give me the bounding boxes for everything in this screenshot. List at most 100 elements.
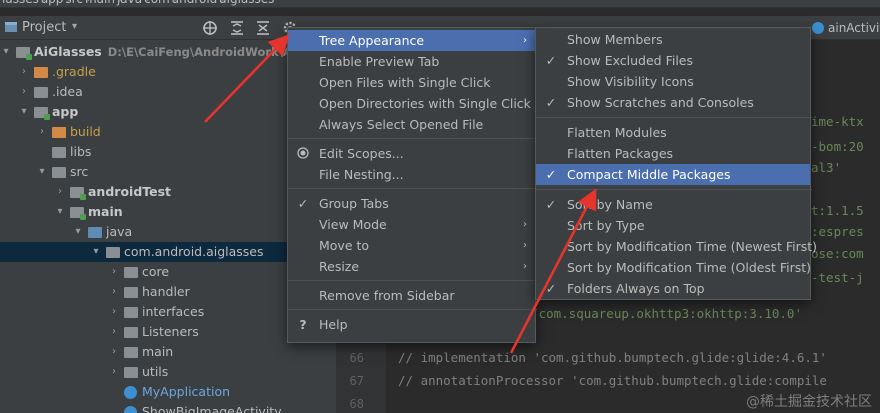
menu-item[interactable]: Move to › — [288, 235, 535, 256]
project-panel-icon — [4, 20, 20, 36]
submenu-item[interactable]: Sort by Modification Time (Newest First) — [536, 236, 817, 257]
submenu-item[interactable]: Flatten Packages — [536, 143, 810, 164]
tree-item-name: build — [70, 124, 101, 139]
tree-row[interactable]: › core — [0, 262, 336, 282]
tree-row[interactable]: ShowBigImageActivity — [0, 402, 336, 413]
tree-item-label: main — [88, 202, 123, 222]
tree-item-name: src — [70, 164, 89, 179]
menu-item[interactable]: Open Directories with Single Click — [288, 93, 535, 114]
chevron-down-icon[interactable]: ▾ — [90, 242, 102, 262]
submenu-item[interactable]: ✓ Show Scratches and Consoles — [536, 92, 810, 113]
menu-item[interactable]: File Nesting... — [288, 164, 535, 185]
menu-item[interactable]: Remove from Sidebar — [288, 285, 535, 306]
project-tree: ▾ AiGlasses D:\E\CaiFeng\AndroidWork\AiGla… — [0, 40, 336, 413]
submenu-item[interactable]: ✓ Sort by Name — [536, 194, 810, 215]
chevron-right-icon[interactable]: › — [54, 182, 66, 202]
tree-item-label: core — [142, 262, 169, 282]
chevron-right-icon[interactable]: › — [108, 282, 120, 302]
menu-separator — [288, 309, 537, 310]
chevron-right-icon[interactable]: › — [18, 82, 30, 102]
tree-item-name: app — [52, 104, 79, 119]
chevron-down-icon[interactable]: ▾ — [0, 42, 12, 62]
menu-item[interactable]: Always Select Opened File — [288, 114, 535, 135]
submenu-item-label: Sort by Modification Time (Oldest First) — [567, 260, 812, 275]
menu-item[interactable]: Resize › — [288, 256, 535, 277]
menu-item-label: Group Tabs — [319, 196, 389, 211]
breadcrumb-item[interactable]: lasses — [0, 0, 39, 6]
breadcrumb-item[interactable]: aiglasses — [217, 0, 274, 6]
tree-row[interactable]: › utils — [0, 362, 336, 382]
chevron-right-icon[interactable]: › — [18, 62, 30, 82]
tree-row[interactable]: › androidTest — [0, 182, 336, 202]
tree-item-name: ShowBigImageActivity — [142, 404, 282, 413]
tree-row[interactable]: MyApplication — [0, 382, 336, 402]
chevron-right-icon[interactable]: › — [36, 122, 48, 142]
check-icon: ✓ — [545, 95, 557, 110]
tree-row[interactable]: › Listeners — [0, 322, 336, 342]
tree-row[interactable]: ▾ java — [0, 222, 336, 242]
submenu-item[interactable]: ✓ Folders Always on Top — [536, 278, 810, 299]
chevron-right-icon[interactable]: › — [108, 322, 120, 342]
menu-item[interactable]: Tree Appearance › — [288, 30, 535, 51]
chevron-down-icon[interactable]: ▾ — [36, 162, 48, 182]
watermark: @稀土掘金技术社区 — [746, 394, 872, 410]
menu-item[interactable]: View Mode › — [288, 214, 535, 235]
tree-item-label: build — [70, 122, 101, 142]
tree-row[interactable]: › interfaces — [0, 302, 336, 322]
chevron-down-icon[interactable]: ▾ — [72, 222, 84, 242]
menu-item[interactable]: Open Files with Single Click — [288, 72, 535, 93]
menu-item[interactable]: ✓ Group Tabs — [288, 193, 535, 214]
tree-row[interactable]: ▾ src — [0, 162, 336, 182]
tree-row[interactable]: › handler — [0, 282, 336, 302]
tree-row[interactable]: ▾ app — [0, 102, 336, 122]
submenu-item-label: Flatten Modules — [567, 125, 667, 140]
chevron-right-icon: › — [523, 261, 527, 272]
submenu-item[interactable]: Sort by Type — [536, 215, 810, 236]
chevron-right-icon[interactable]: › — [108, 342, 120, 362]
chevron-right-icon[interactable]: › — [108, 262, 120, 282]
code-line: 67 // annotationProcessor 'com.github.bum… — [336, 371, 880, 391]
source-folder-icon — [88, 227, 102, 238]
chevron-down-icon[interactable]: ▾ — [54, 202, 66, 222]
submenu-item[interactable]: ✓ Compact Middle Packages — [536, 164, 810, 185]
project-panel-title[interactable]: Project — [22, 20, 66, 35]
submenu-item[interactable]: Sort by Modification Time (Oldest First) — [536, 257, 812, 278]
chevron-down-icon[interactable]: ▾ — [18, 102, 30, 122]
collapse-all-icon[interactable] — [255, 20, 271, 36]
submenu-item[interactable]: ✓ Show Excluded Files — [536, 50, 810, 71]
tree-item-name: core — [142, 264, 170, 279]
tree-row[interactable]: ▾ main — [0, 202, 336, 222]
tree-item-name: java — [106, 224, 133, 239]
submenu-item[interactable]: Show Members — [536, 29, 810, 50]
menu-item[interactable]: Edit Scopes... — [288, 143, 535, 164]
submenu-item[interactable]: Show Visibility Icons — [536, 71, 810, 92]
tree-row[interactable]: libs — [0, 142, 336, 162]
menu-item[interactable]: ? Help — [288, 314, 535, 335]
tree-row[interactable]: › build — [0, 122, 336, 142]
chevron-down-icon[interactable]: ▾ — [72, 21, 88, 37]
tree-row[interactable]: › .gradle — [0, 62, 336, 82]
editor-tab[interactable]: ainActivity — [808, 16, 880, 40]
chevron-right-icon[interactable]: › — [108, 362, 120, 382]
submenu-item[interactable]: Flatten Modules — [536, 122, 810, 143]
scope-icon — [297, 143, 309, 164]
editor-tab-label: ainActivity — [828, 21, 880, 35]
tree-item-name: .gradle — [52, 64, 96, 79]
globe-icon[interactable] — [202, 20, 218, 36]
tree-row[interactable]: ▾ AiGlasses D:\E\CaiFeng\AndroidWork\AiGla — [0, 42, 336, 62]
chevron-right-icon[interactable]: › — [108, 302, 120, 322]
tree-item-label: androidTest — [88, 182, 171, 202]
menu-item-label: Resize — [319, 259, 360, 274]
tree-item-label: utils — [142, 362, 168, 382]
tree-item-name: androidTest — [88, 184, 172, 199]
folder-icon — [52, 147, 66, 158]
menu-item-label: View Mode — [319, 217, 387, 232]
tree-row[interactable]: › .idea — [0, 82, 336, 102]
code-text: // implementation 'com.github.bumptech.g… — [398, 350, 827, 365]
menu-item[interactable]: Enable Preview Tab — [288, 51, 535, 72]
expand-all-icon[interactable] — [229, 20, 245, 36]
submenu-item-label: Flatten Packages — [567, 146, 674, 161]
tree-row[interactable]: › main — [0, 342, 336, 362]
excluded-folder-icon — [34, 67, 48, 78]
tree-row[interactable]: ▾ com.android.aiglasses — [0, 242, 336, 262]
